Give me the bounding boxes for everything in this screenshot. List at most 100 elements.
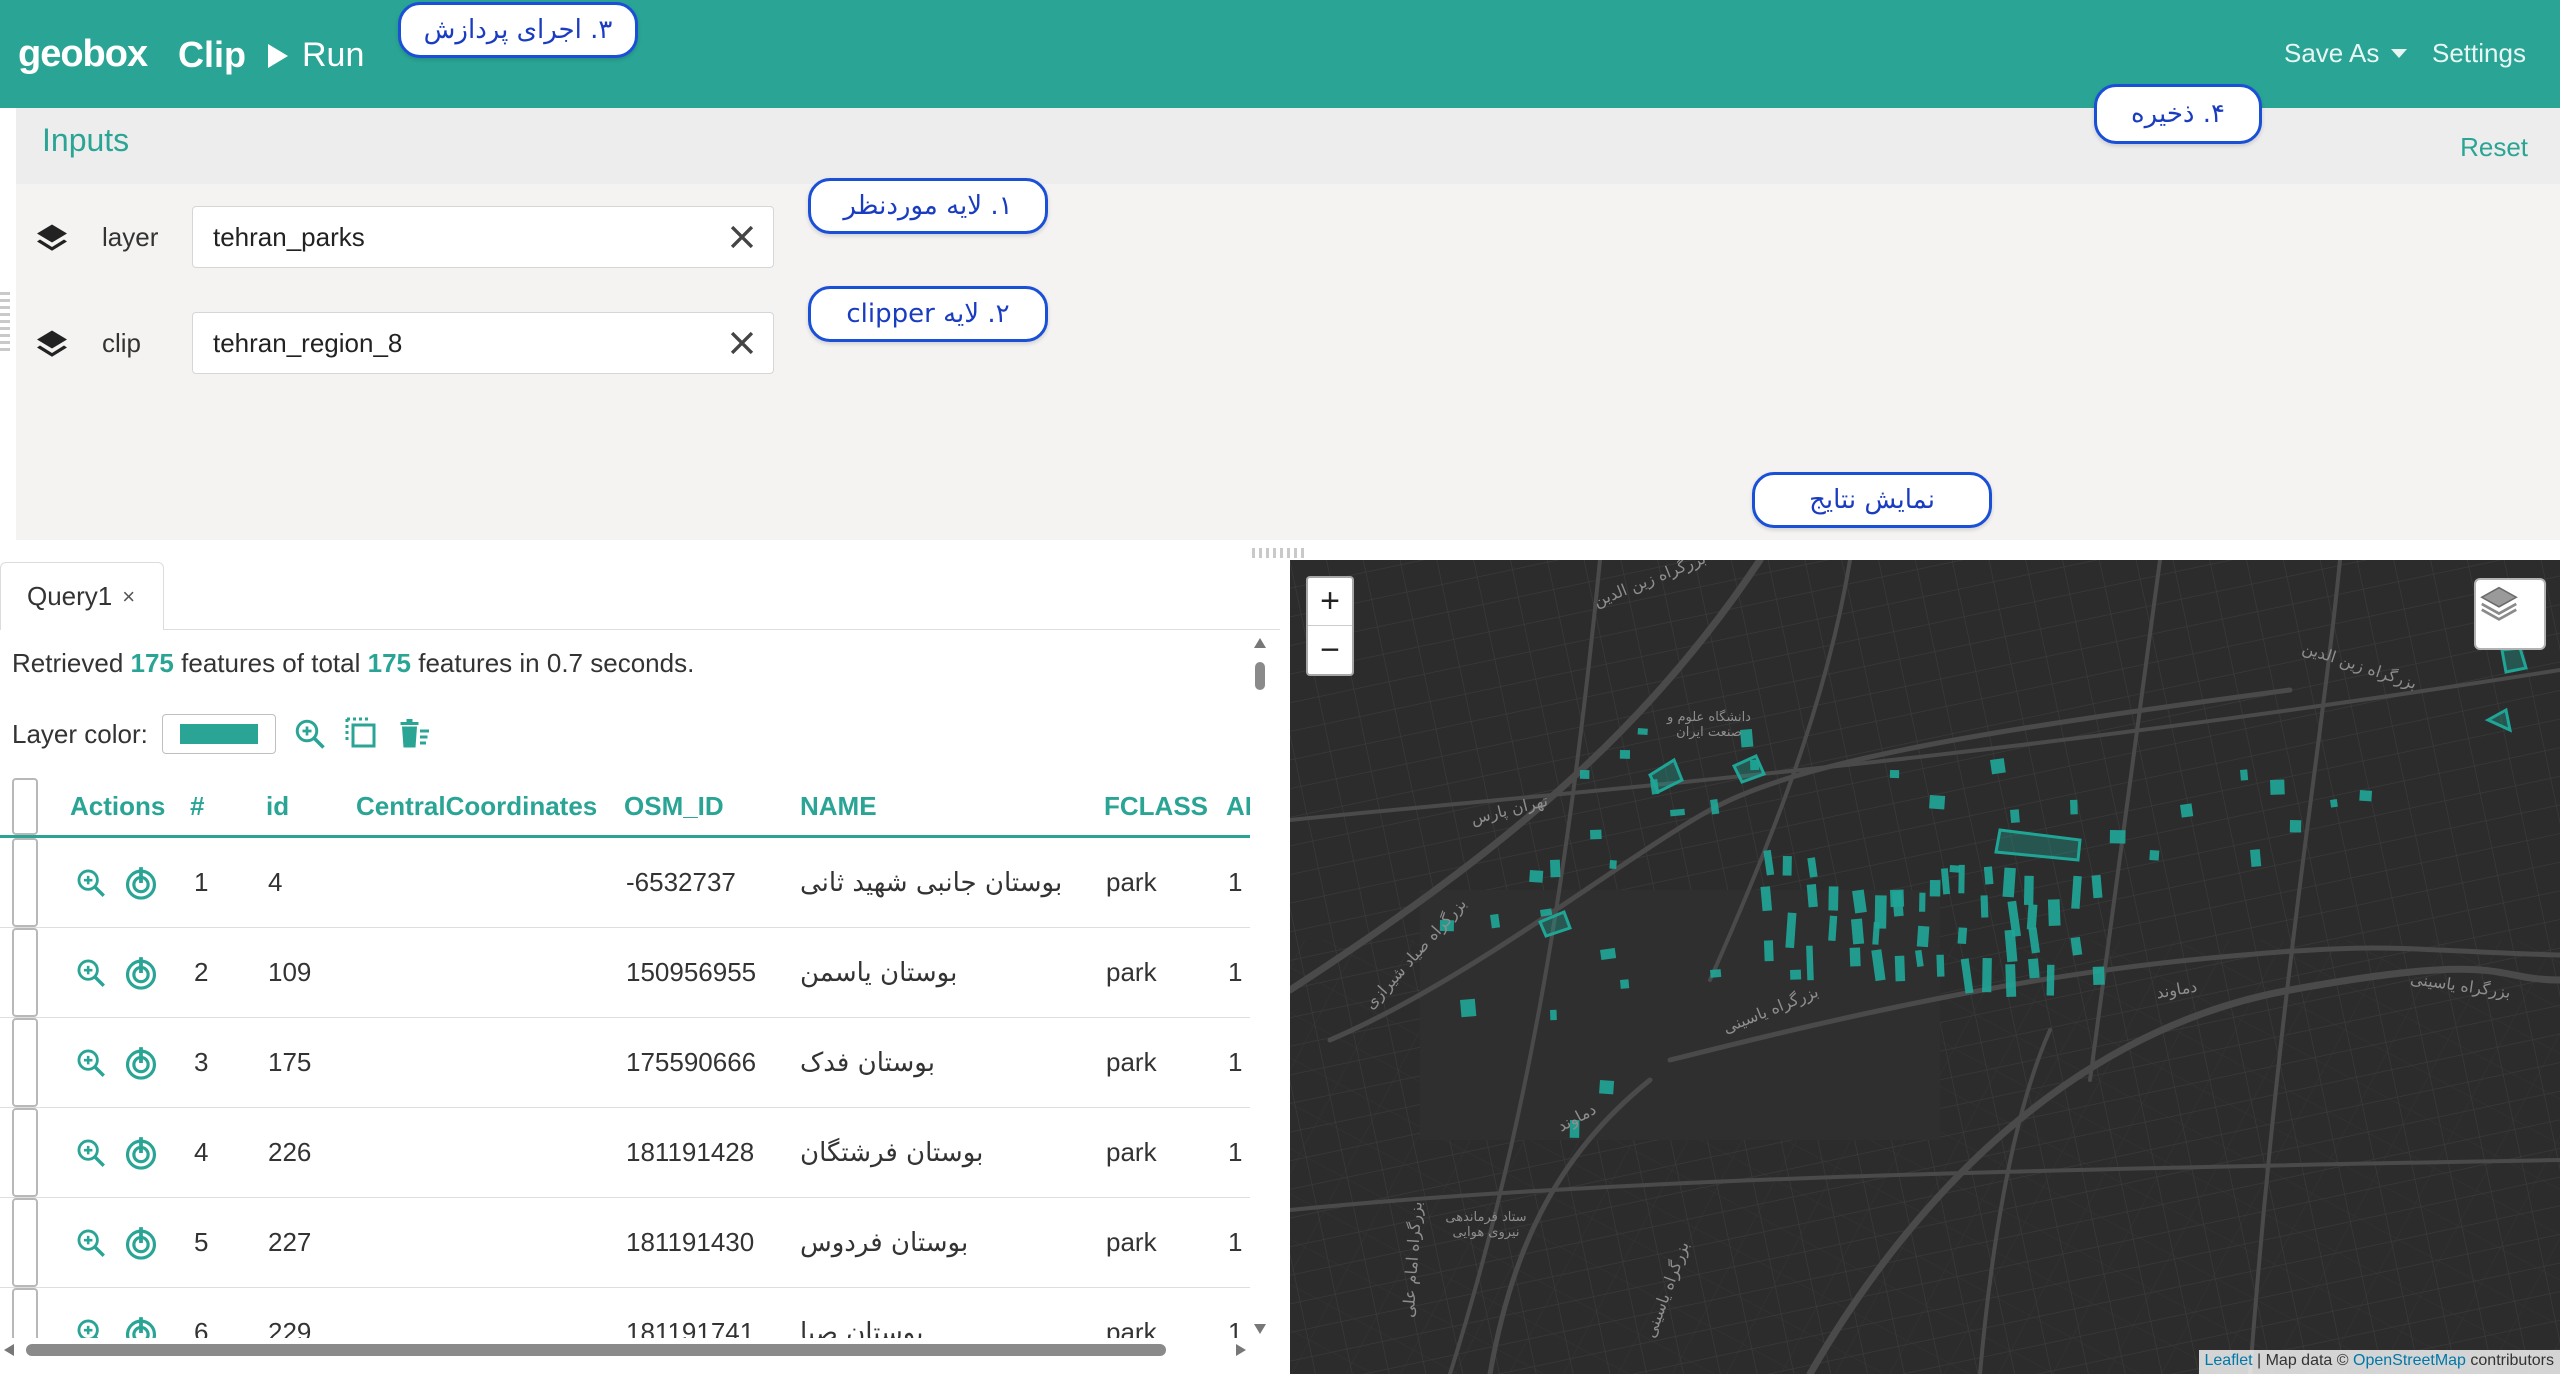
park-feature[interactable] — [1916, 925, 1930, 948]
row-checkbox[interactable] — [12, 1108, 38, 1197]
park-feature[interactable] — [1710, 969, 1722, 978]
park-feature[interactable] — [2046, 964, 2055, 996]
tab-query1[interactable]: Query1 × — [0, 562, 164, 630]
map-view[interactable]: بزرگراه زین الدین بزرگراه زین الدین دانش… — [1290, 560, 2560, 1374]
park-feature[interactable] — [2250, 849, 2262, 868]
park-feature[interactable] — [2500, 646, 2528, 674]
park-feature[interactable] — [1890, 889, 1905, 908]
park-feature[interactable] — [2027, 958, 2040, 979]
park-feature[interactable] — [1600, 947, 1617, 961]
close-tab-icon[interactable]: × — [122, 584, 135, 610]
park-feature[interactable] — [1599, 1080, 1615, 1095]
table-horizontal-scrollbar[interactable] — [0, 1338, 1250, 1362]
park-feature[interactable] — [2010, 809, 2020, 823]
park-feature[interactable] — [2240, 769, 2249, 781]
row-checkbox[interactable] — [12, 1288, 38, 1338]
park-feature[interactable] — [1889, 770, 1900, 779]
zoom-to-feature-icon[interactable] — [74, 1226, 108, 1260]
zoom-to-feature-icon[interactable] — [74, 956, 108, 990]
reset-button[interactable]: Reset — [2460, 132, 2528, 163]
table-vertical-scrollbar[interactable] — [1250, 634, 1270, 1338]
table-row[interactable]: 6 229 181191741 بوستان صبا park 1 — [0, 1288, 1250, 1338]
park-feature[interactable] — [2149, 850, 2160, 861]
zoom-out-button[interactable]: − — [1308, 626, 1352, 674]
park-feature[interactable] — [1549, 1009, 1557, 1021]
col-fclass[interactable]: FCLASS — [1104, 778, 1208, 835]
table-row[interactable]: 3 175 175590666 بوستان فدک park 1 — [0, 1018, 1250, 1108]
park-feature[interactable] — [2359, 790, 2373, 802]
layers-control-button[interactable] — [2474, 578, 2546, 650]
park-feature[interactable] — [2092, 966, 2105, 986]
layer-color-picker[interactable] — [161, 714, 276, 754]
highlight-feature-icon[interactable] — [122, 1134, 160, 1172]
geobox-logo[interactable]: geobox — [18, 28, 148, 80]
park-feature[interactable] — [1990, 758, 2006, 775]
col-actions[interactable]: Actions — [70, 778, 165, 835]
leaflet-link[interactable]: Leaflet — [2205, 1352, 2253, 1369]
col-name[interactable]: NAME — [800, 778, 877, 835]
park-feature[interactable] — [2023, 875, 2034, 905]
park-feature[interactable] — [1782, 855, 1792, 876]
table-row[interactable]: 1 4 -6532737 بوستان جانبی شهید ثانی park 1 — [0, 838, 1250, 928]
park-feature[interactable] — [1929, 795, 1946, 810]
park-feature[interactable] — [1849, 947, 1861, 967]
park-feature[interactable] — [1828, 886, 1839, 911]
park-feature[interactable] — [1980, 895, 1989, 918]
zoom-to-layer-icon[interactable] — [292, 716, 328, 752]
highlight-feature-icon[interactable] — [122, 1044, 160, 1082]
highlight-feature-icon[interactable] — [122, 1224, 160, 1262]
row-checkbox[interactable] — [12, 1198, 38, 1287]
park-feature[interactable] — [1936, 954, 1945, 977]
zoom-to-feature-icon[interactable] — [74, 1046, 108, 1080]
highlight-feature-icon[interactable] — [122, 864, 160, 902]
col-central-coordinates[interactable]: CentralCoordinates — [356, 778, 597, 835]
park-feature[interactable] — [2270, 779, 2285, 795]
layer-input[interactable]: tehran_parks — [192, 206, 774, 268]
col-id[interactable]: id — [266, 778, 289, 835]
select-area-icon[interactable] — [344, 716, 380, 752]
park-feature[interactable] — [2070, 799, 2078, 815]
settings-link[interactable]: Settings — [2432, 38, 2526, 69]
park-feature[interactable] — [1919, 892, 1926, 912]
park-feature[interactable] — [2005, 964, 2017, 997]
park-feature[interactable] — [2329, 799, 2338, 808]
park-feature[interactable] — [2026, 904, 2038, 930]
table-row[interactable]: 4 226 181191428 بوستان فرشتگان park 1 — [0, 1108, 1250, 1198]
park-feature[interactable] — [1763, 940, 1774, 962]
park-feature[interactable] — [1609, 860, 1617, 869]
park-feature[interactable] — [1619, 750, 1631, 759]
zoom-to-feature-icon[interactable] — [74, 866, 108, 900]
park-feature[interactable] — [2109, 829, 2126, 844]
run-button[interactable]: Run — [268, 36, 364, 75]
col-osm-id[interactable]: OSM_ID — [624, 778, 724, 835]
col-ai[interactable]: AI — [1226, 778, 1250, 835]
osm-link[interactable]: OpenStreetMap — [2353, 1352, 2466, 1369]
park-feature[interactable] — [1637, 728, 1648, 736]
park-feature[interactable] — [1579, 770, 1590, 779]
highlight-feature-icon[interactable] — [122, 1314, 160, 1339]
park-feature[interactable] — [1460, 998, 1477, 1018]
park-feature[interactable] — [1983, 866, 1994, 885]
clear-icon[interactable] — [725, 220, 759, 254]
park-feature[interactable] — [1850, 918, 1865, 945]
park-feature[interactable] — [2180, 803, 2194, 818]
zoom-to-feature-icon[interactable] — [74, 1316, 108, 1339]
zoom-in-button[interactable]: + — [1308, 578, 1352, 626]
park-feature[interactable] — [1620, 979, 1630, 989]
vertical-resize-handle[interactable] — [0, 292, 10, 352]
highlight-feature-icon[interactable] — [122, 954, 160, 992]
park-feature[interactable] — [2047, 899, 2061, 926]
park-feature[interactable] — [1670, 808, 1686, 817]
clip-input[interactable]: tehran_region_8 — [192, 312, 774, 374]
park-feature[interactable] — [2002, 867, 2016, 898]
row-checkbox[interactable] — [12, 1018, 38, 1107]
park-feature[interactable] — [1949, 864, 1961, 873]
park-feature[interactable] — [1529, 869, 1544, 883]
row-checkbox[interactable] — [12, 838, 38, 927]
park-feature[interactable] — [1549, 859, 1561, 878]
select-all-checkbox[interactable] — [12, 778, 38, 835]
horizontal-resize-handle[interactable] — [1252, 548, 1308, 558]
park-feature[interactable] — [1806, 945, 1814, 981]
col-num[interactable]: # — [190, 778, 204, 835]
save-as-dropdown[interactable]: Save As — [2284, 38, 2408, 69]
